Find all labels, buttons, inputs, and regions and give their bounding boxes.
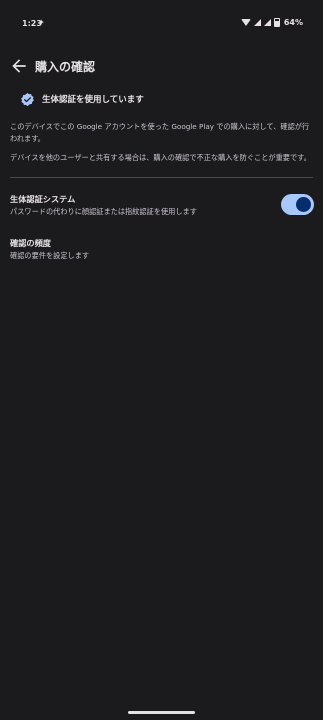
page-title: 購入の確認 <box>35 60 96 74</box>
biometric-status-text: 生体認証を使用しています <box>42 95 144 105</box>
verified-check-icon <box>21 92 34 106</box>
arrow-back-icon[interactable] <box>9 56 29 76</box>
toggle-knob <box>296 197 311 212</box>
gesture-bar[interactable] <box>128 711 195 714</box>
screen: 1:23 ✦ 64% 購入の確認 生体認証を使用しています このデバイスでこの … <box>0 0 323 720</box>
battery-percent: 64% <box>283 18 303 27</box>
setting-biometric-title: 生体認証システム <box>10 194 76 204</box>
status-bar: 1:23 ✦ 64% <box>0 0 323 44</box>
setting-frequency-title: 確認の頻度 <box>10 238 51 248</box>
wifi-icon <box>240 19 251 26</box>
setting-frequency-subtitle: 確認の要件を設定します <box>10 251 90 260</box>
app-bar: 購入の確認 <box>0 52 323 80</box>
battery-icon <box>273 18 280 27</box>
description-paragraph-1: このデバイスでこの Google アカウントを使った Google Play で… <box>10 122 310 143</box>
signal-icon <box>253 19 261 26</box>
setting-biometric[interactable]: 生体認証システム パスワードの代わりに顔認証または指紋認証を使用します <box>0 191 323 221</box>
setting-biometric-subtitle: パスワードの代わりに顔認証または指紋認証を使用します <box>10 207 197 216</box>
status-icons: 64% <box>240 18 303 27</box>
biometric-toggle[interactable] <box>281 194 314 215</box>
description-paragraph-2: デバイスを他のユーザーと共有する場合は、購入の確認で不正な購入を防ぐことが重要で… <box>10 153 311 162</box>
biometric-status: 生体認証を使用しています <box>20 90 144 108</box>
divider <box>10 177 313 178</box>
setting-frequency[interactable]: 確認の頻度 確認の要件を設定します <box>0 235 323 265</box>
signal-icon-2 <box>263 19 271 26</box>
spark-icon: ✦ <box>38 18 45 27</box>
